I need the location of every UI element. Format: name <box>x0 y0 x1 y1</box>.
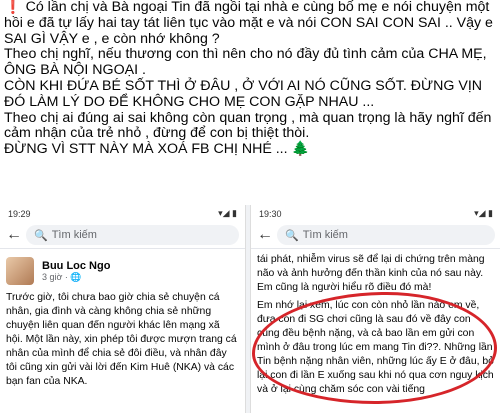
search-placeholder: Tìm kiếm <box>51 229 97 241</box>
avatar[interactable] <box>6 257 34 285</box>
post-text: ❗ Có lần chị và Bà ngoại Tin đã ngồi tại… <box>4 0 498 158</box>
post-line-4: Theo chị ai đúng ai sai không còn quan t… <box>4 109 492 142</box>
post-body-top: tái phát, nhiễm virus sẽ để lại di chứng… <box>257 254 485 293</box>
author-name[interactable]: Buu Loc Ngo <box>42 260 110 272</box>
post-meta: 3 giờ · 🌐 <box>42 271 82 282</box>
post-body: Trước giờ, tôi chưa bao giờ chia sẻ chuy… <box>0 289 245 395</box>
search-input[interactable]: 🔍 Tìm kiếm <box>277 225 495 245</box>
back-arrow-icon[interactable]: ← <box>6 226 22 244</box>
post-line-5: ĐỪNG VÌ STT NÀY MÀ XOÁ FB CHỊ NHÉ ... 🌲 <box>4 141 498 158</box>
post-line-2: Theo chị nghĩ, nếu thương con thì nên ch… <box>4 46 487 79</box>
status-icons: ▾◢ ▮ <box>218 208 237 218</box>
post-body: tái phát, nhiễm virus sẽ để lại di chứng… <box>251 249 500 403</box>
status-icons: ▾◢ ▮ <box>474 208 493 218</box>
right-phone-screenshot: 19:30 ▾◢ ▮ ← 🔍 Tìm kiếm tái phát, nhiễm … <box>250 205 500 413</box>
post-body-circled: Em nhớ lại xem, lúc con còn nhỏ lần nào … <box>257 300 494 395</box>
search-input[interactable]: 🔍 Tìm kiếm <box>26 225 239 245</box>
status-time: 19:30 <box>259 208 282 219</box>
search-row: ← 🔍 Tìm kiếm <box>251 222 500 249</box>
search-icon: 🔍 <box>285 229 299 242</box>
left-phone-screenshot: 19:29 ▾◢ ▮ ← 🔍 Tìm kiếm Buu Loc Ngo 3 gi… <box>0 205 246 413</box>
post-author[interactable]: Buu Loc Ngo 3 giờ · 🌐 <box>0 249 245 289</box>
post-line-1: ❗ Có lần chị và Bà ngoại Tin đã ngồi tại… <box>4 0 493 47</box>
search-row: ← 🔍 Tìm kiếm <box>0 222 245 249</box>
status-time: 19:29 <box>8 208 31 219</box>
post-line-5-text: ĐỪNG VÌ STT NÀY MÀ XOÁ FB CHỊ NHÉ ... <box>4 141 288 158</box>
post-line-3: CÒN KHI ĐỨA BÉ SỐT THÌ Ở ĐÂU , Ở VỚI AI … <box>4 77 483 110</box>
status-bar: 19:29 ▾◢ ▮ <box>0 205 245 222</box>
search-icon: 🔍 <box>34 229 48 242</box>
status-bar: 19:30 ▾◢ ▮ <box>251 205 500 222</box>
facebook-post: ❗ Có lần chị và Bà ngoại Tin đã ngồi tại… <box>0 0 500 205</box>
tree-icon: 🌲 <box>291 141 310 158</box>
search-placeholder: Tìm kiếm <box>302 229 348 241</box>
post-body-text: Trước giờ, tôi chưa bao giờ chia sẻ chuy… <box>6 292 237 387</box>
back-arrow-icon[interactable]: ← <box>257 226 273 244</box>
